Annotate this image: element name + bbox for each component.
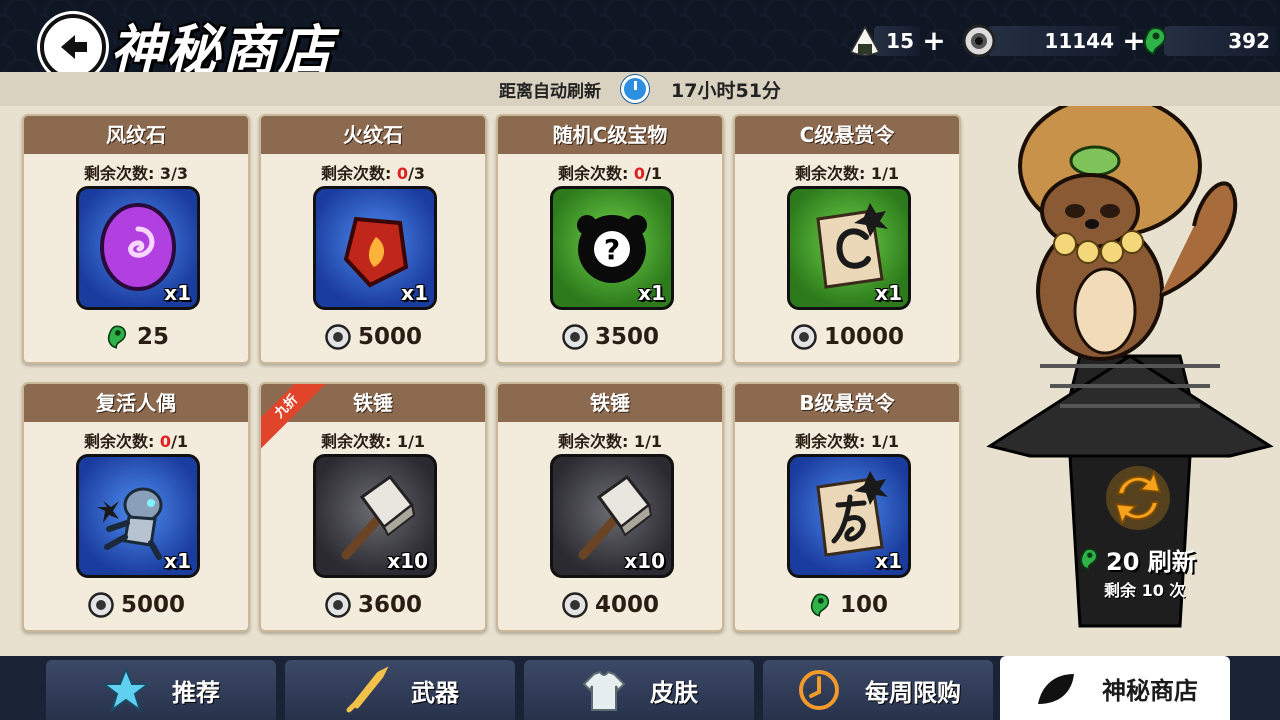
remaining-count: 剩余次数: 1/1: [794, 164, 900, 183]
coin-icon: [325, 324, 351, 350]
item-quantity: x1: [164, 281, 191, 305]
item-icon-frame: x1: [76, 454, 200, 578]
item-name: 复活人偶: [24, 384, 248, 422]
item-quantity: x10: [624, 549, 665, 573]
item-icon-frame: ? x1: [550, 186, 674, 310]
currency-coin: 11144 +: [962, 24, 1148, 58]
leaf-icon: [1038, 674, 1074, 704]
sword-icon: [346, 666, 389, 713]
item-name: 风纹石: [24, 116, 248, 154]
item-name: 铁锤: [498, 384, 722, 422]
item-price: 4000: [498, 589, 722, 621]
coin-icon: [562, 592, 588, 618]
item-price: 10000: [735, 321, 959, 353]
item-price: 5000: [261, 321, 485, 353]
coin-icon: [791, 324, 817, 350]
refresh-icon: [1106, 466, 1170, 530]
shop-item-card[interactable]: 风纹石 剩余次数: 3/3 x1 25: [22, 114, 250, 364]
item-icon-frame: x1: [76, 186, 200, 310]
shop-item-card[interactable]: C级悬赏令 剩余次数: 1/1 x1 10000: [733, 114, 961, 364]
item-icon-frame: x10: [313, 454, 437, 578]
remaining-count: 剩余次数: 1/1: [557, 432, 663, 451]
clock-icon: [621, 75, 650, 103]
item-icon-frame: x1: [787, 186, 911, 310]
remaining-count: 剩余次数: 0/1: [83, 432, 189, 451]
item-price: 3600: [261, 589, 485, 621]
weekly-clock-icon: [799, 670, 839, 710]
shirt-icon: [582, 670, 626, 711]
discount-ribbon: 九折: [261, 384, 329, 452]
coin-icon: [962, 24, 996, 58]
tab-recommended[interactable]: 推荐: [46, 660, 276, 720]
shop-item-card[interactable]: 铁锤 剩余次数: 1/1 x10 4000: [496, 382, 724, 632]
currency-magatama: 392 +: [1138, 24, 1280, 58]
magatama-icon: [1080, 548, 1098, 570]
item-quantity: x1: [638, 281, 665, 305]
auto-refresh-label: 距离自动刷新: [499, 81, 602, 102]
item-quantity: x1: [164, 549, 191, 573]
item-icon-frame: x1: [787, 454, 911, 578]
item-icon-frame: x10: [550, 454, 674, 578]
item-grid: 风纹石 剩余次数: 3/3 x1 25 火纹石 剩余次数: 0/3 x1 500…: [22, 114, 962, 634]
item-icon-frame: x1: [313, 186, 437, 310]
item-price: 25: [24, 321, 248, 353]
tab-skins[interactable]: 皮肤: [524, 660, 754, 720]
tab-weapons[interactable]: 武器: [285, 660, 515, 720]
item-quantity: x1: [401, 281, 428, 305]
currency-value: 11144: [988, 26, 1120, 56]
back-button[interactable]: [40, 14, 106, 80]
tab-weekly-limited[interactable]: 每周限购: [763, 660, 993, 720]
magatama-icon: [810, 593, 830, 617]
shop-item-card[interactable]: 随机C级宝物 剩余次数: 0/1 ? x1 3500: [496, 114, 724, 364]
add-magatama-button[interactable]: +: [1276, 27, 1280, 55]
refresh-shop-button[interactable]: [1102, 462, 1174, 534]
item-name: B级悬赏令: [735, 384, 959, 422]
auto-refresh-time: 17小时51分: [671, 79, 781, 102]
remaining-count: 剩余次数: 1/1: [794, 432, 900, 451]
top-header: 神秘商店 15 + 11144 + 392 距离自动刷新 17小时51分: [0, 0, 1280, 106]
auto-refresh-strip: 距离自动刷新 17小时51分: [0, 72, 1280, 106]
shop-item-card[interactable]: 火纹石 剩余次数: 0/3 x1 5000: [259, 114, 487, 364]
remaining-count: 剩余次数: 0/3: [320, 164, 426, 183]
item-price: 3500: [498, 321, 722, 353]
magatama-icon: [107, 325, 127, 349]
shop-item-card[interactable]: 复活人偶 剩余次数: 0/1 x1 5000: [22, 382, 250, 632]
coin-icon: [88, 592, 114, 618]
refresh-remaining: 剩余 10 次: [1104, 581, 1186, 600]
star-icon: [102, 666, 150, 713]
refresh-cost[interactable]: 20 刷新: [1076, 542, 1236, 576]
item-quantity: x1: [875, 549, 902, 573]
coin-icon: [562, 324, 588, 350]
tab-mystery-shop[interactable]: 神秘商店: [1000, 656, 1230, 720]
rice-ball-icon: [848, 24, 882, 58]
item-quantity: x1: [875, 281, 902, 305]
page-title: 神秘商店: [110, 18, 334, 82]
item-name: 随机C级宝物: [498, 116, 722, 154]
item-quantity: x10: [387, 549, 428, 573]
item-name: C级悬赏令: [735, 116, 959, 154]
shop-item-card[interactable]: 九折 铁锤 剩余次数: 1/1 x10 3600: [259, 382, 487, 632]
add-rice-ball-button[interactable]: +: [920, 27, 948, 55]
bottom-tab-bar: 推荐 武器 皮肤 每周限购 神秘商店: [0, 656, 1280, 720]
currency-value: 392: [1164, 26, 1276, 56]
magatama-icon: [1138, 24, 1172, 58]
remaining-count: 剩余次数: 3/3: [83, 164, 189, 183]
remaining-count: 剩余次数: 0/1: [557, 164, 663, 183]
item-price: 5000: [24, 589, 248, 621]
item-price: 100: [735, 589, 959, 621]
back-arrow-icon: [61, 35, 87, 59]
shop-item-card[interactable]: B级悬赏令 剩余次数: 1/1 x1 100: [733, 382, 961, 632]
item-name: 火纹石: [261, 116, 485, 154]
coin-icon: [325, 592, 351, 618]
svg-text:?: ?: [604, 233, 620, 266]
currency-rice-ball: 15 +: [848, 24, 948, 58]
